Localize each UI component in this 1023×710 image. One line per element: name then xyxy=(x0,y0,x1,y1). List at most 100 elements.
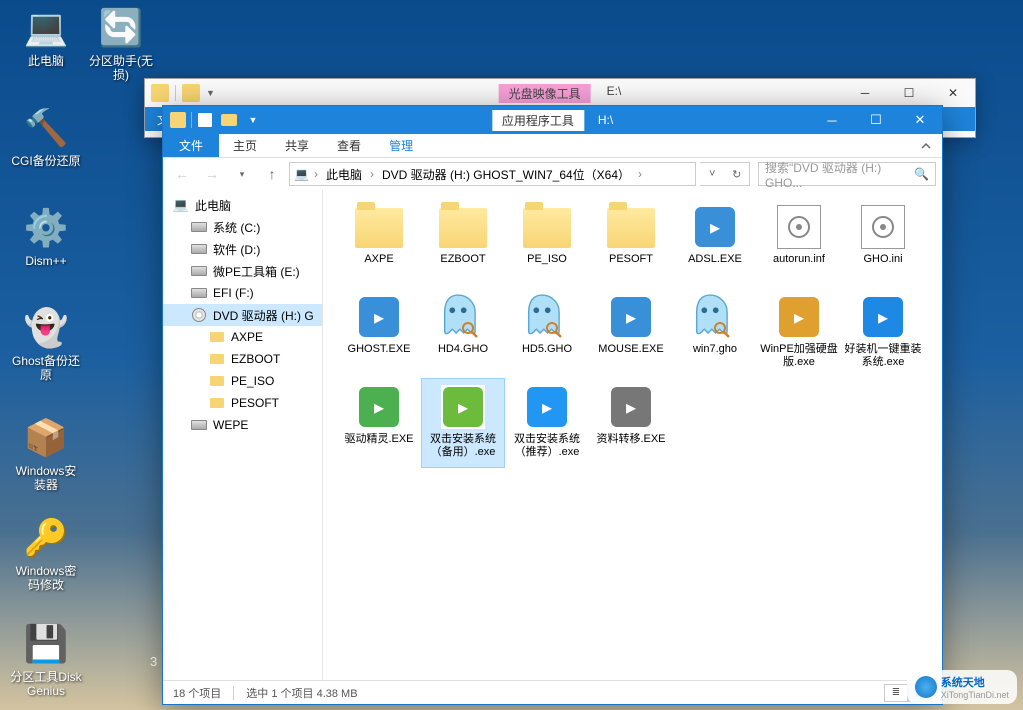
file-item[interactable]: HD4.GHO xyxy=(421,288,505,378)
maximize-button[interactable]: ☐ xyxy=(887,79,931,107)
back-button[interactable]: ← xyxy=(169,161,195,187)
app-icon: 💾 xyxy=(22,620,70,668)
file-item[interactable]: ▸ADSL.EXE xyxy=(673,198,757,288)
tree-label: DVD 驱动器 (H:) G xyxy=(213,307,314,324)
file-item[interactable]: ▸双击安装系统（备用）.exe xyxy=(421,378,505,468)
tree-label: 微PE工具箱 (E:) xyxy=(213,263,300,280)
desktop-icon-partassist[interactable]: 🔄分区助手(无损) xyxy=(85,4,157,83)
tree-item[interactable]: PESOFT xyxy=(163,392,322,414)
icon-label: 此电脑 xyxy=(10,54,82,68)
tree-item[interactable]: PE_ISO xyxy=(163,370,322,392)
app-icon: 🔨 xyxy=(22,104,70,152)
maximize-button[interactable]: ☐ xyxy=(854,106,898,134)
qat-overflow-icon[interactable]: ▼ xyxy=(242,109,264,131)
tree-item[interactable]: DVD 驱动器 (H:) G xyxy=(163,304,322,326)
folder-icon xyxy=(209,351,225,367)
file-pane[interactable]: AXPEEZBOOTPE_ISOPESOFT▸ADSL.EXEautorun.i… xyxy=(323,190,942,680)
forward-button[interactable]: → xyxy=(199,161,225,187)
tree-item[interactable]: 微PE工具箱 (E:) xyxy=(163,260,322,282)
file-icon xyxy=(861,205,905,249)
desktop-icon-wininstall[interactable]: 📦Windows安装器 xyxy=(10,414,82,493)
file-item[interactable]: ▸好装机一键重装系统.exe xyxy=(841,288,925,378)
qat-overflow[interactable]: ▼ xyxy=(206,88,215,98)
file-name: 好装机一键重装系统.exe xyxy=(844,343,922,368)
nav-tree[interactable]: 💻此电脑系统 (C:)软件 (D:) 微PE工具箱 (E:) EFI (F:) DVD… xyxy=(163,190,323,680)
search-placeholder: 搜索"DVD 驱动器 (H:) GHO... xyxy=(765,159,914,190)
chevron-right-icon[interactable]: › xyxy=(635,167,645,181)
file-item[interactable]: ▸GHOST.EXE xyxy=(337,288,421,378)
chevron-right-icon[interactable]: › xyxy=(367,167,377,181)
globe-icon xyxy=(915,676,937,698)
tree-item[interactable]: AXPE xyxy=(163,326,322,348)
tree-item[interactable]: 系统 (C:) xyxy=(163,216,322,238)
crumb-thispc[interactable]: 此电脑 xyxy=(323,166,365,183)
icon-label: 分区工具DiskGenius xyxy=(10,670,82,699)
minimize-button[interactable]: ─ xyxy=(843,79,887,107)
file-item[interactable]: GHO.ini xyxy=(841,198,925,288)
tab-manage[interactable]: 管理 xyxy=(375,134,427,157)
close-button[interactable]: ✕ xyxy=(931,79,975,107)
desktop-icon-cgi[interactable]: 🔨CGI备份还原 xyxy=(10,104,82,168)
qat-sep xyxy=(175,85,176,101)
folder-icon xyxy=(209,395,225,411)
up-button[interactable]: ↑ xyxy=(259,161,285,187)
exe-icon: ▸ xyxy=(609,385,653,429)
search-icon[interactable]: 🔍 xyxy=(914,167,929,181)
file-item[interactable]: ▸资料转移.EXE xyxy=(589,378,673,468)
titlebar[interactable]: ▼ 光盘映像工具 E:\ ─ ☐ ✕ xyxy=(145,79,975,107)
minimize-button[interactable]: ─ xyxy=(810,106,854,134)
tab-home[interactable]: 主页 xyxy=(219,134,271,157)
file-item[interactable]: ▸双击安装系统（推荐）.exe xyxy=(505,378,589,468)
breadcrumb[interactable]: 💻 › 此电脑 › DVD 驱动器 (H:) GHOST_WIN7_64位（X6… xyxy=(289,162,696,186)
file-item[interactable]: AXPE xyxy=(337,198,421,288)
desktop-icon-dism[interactable]: ⚙️Dism++ xyxy=(10,204,82,268)
recent-dropdown[interactable]: ▾ xyxy=(229,161,255,187)
titlebar[interactable]: ▼ 应用程序工具 H:\ ─ ☐ ✕ xyxy=(163,106,942,134)
crumb-drive[interactable]: DVD 驱动器 (H:) GHOST_WIN7_64位（X64） xyxy=(379,166,633,183)
tab-file[interactable]: 文件 xyxy=(163,134,219,157)
ribbon-expand-icon[interactable] xyxy=(910,134,942,157)
file-name: 驱动精灵.EXE xyxy=(344,433,413,446)
file-item[interactable]: PESOFT xyxy=(589,198,673,288)
search-input[interactable]: 搜索"DVD 驱动器 (H:) GHO... 🔍 xyxy=(758,162,936,186)
tree-item[interactable]: EZBOOT xyxy=(163,348,322,370)
tree-item[interactable]: WEPE xyxy=(163,414,322,436)
file-item[interactable]: PE_ISO xyxy=(505,198,589,288)
tree-label: AXPE xyxy=(231,330,263,344)
file-item[interactable]: ▸MOUSE.EXE xyxy=(589,288,673,378)
desktop-icon-pwd[interactable]: 🔑Windows密码修改 xyxy=(10,514,82,593)
cd-icon xyxy=(191,307,207,323)
refresh-button[interactable]: ↻ xyxy=(725,163,750,185)
file-item[interactable]: ▸WinPE加强硬盘版.exe xyxy=(757,288,841,378)
tree-item[interactable]: 💻此电脑 xyxy=(163,194,322,216)
qat-properties-icon[interactable] xyxy=(194,109,216,131)
explorer-window-h[interactable]: ▼ 应用程序工具 H:\ ─ ☐ ✕ 文件 主页 共享 查看 管理 ← → ▾ … xyxy=(162,105,943,705)
app-icon: 🔄 xyxy=(97,4,145,52)
tree-label: PESOFT xyxy=(231,396,279,410)
status-selected: 选中 1 个项目 4.38 MB xyxy=(246,685,357,701)
tree-item[interactable]: EFI (F:) xyxy=(163,282,322,304)
history-dropdown[interactable]: ˅ xyxy=(700,163,725,185)
file-name: GHO.ini xyxy=(863,253,902,266)
file-item[interactable]: win7.gho xyxy=(673,288,757,378)
file-item[interactable]: EZBOOT xyxy=(421,198,505,288)
contextual-tool-label: 光盘映像工具 xyxy=(499,84,591,103)
file-item[interactable]: autorun.inf xyxy=(757,198,841,288)
contextual-tool-label[interactable]: 应用程序工具 xyxy=(492,110,584,131)
file-item[interactable]: HD5.GHO xyxy=(505,288,589,378)
close-button[interactable]: ✕ xyxy=(898,106,942,134)
tab-share[interactable]: 共享 xyxy=(271,134,323,157)
qat-folder-icon[interactable] xyxy=(182,84,200,102)
tab-view[interactable]: 查看 xyxy=(323,134,375,157)
file-item[interactable]: ▸驱动精灵.EXE xyxy=(337,378,421,468)
details-view-button[interactable]: ≣ xyxy=(884,684,908,702)
desktop-icon-ghost[interactable]: 👻Ghost备份还原 xyxy=(10,304,82,383)
desktop-icon-thispc[interactable]: 💻此电脑 xyxy=(10,4,82,68)
tree-item[interactable]: 软件 (D:) xyxy=(163,238,322,260)
chevron-right-icon[interactable]: › xyxy=(311,167,321,181)
qat-newfolder-icon[interactable] xyxy=(218,109,240,131)
stray-char: 3 xyxy=(150,654,157,669)
file-name: HD4.GHO xyxy=(438,343,488,356)
window-title: H:\ xyxy=(598,113,613,127)
desktop-icon-diskgenius[interactable]: 💾分区工具DiskGenius xyxy=(10,620,82,699)
